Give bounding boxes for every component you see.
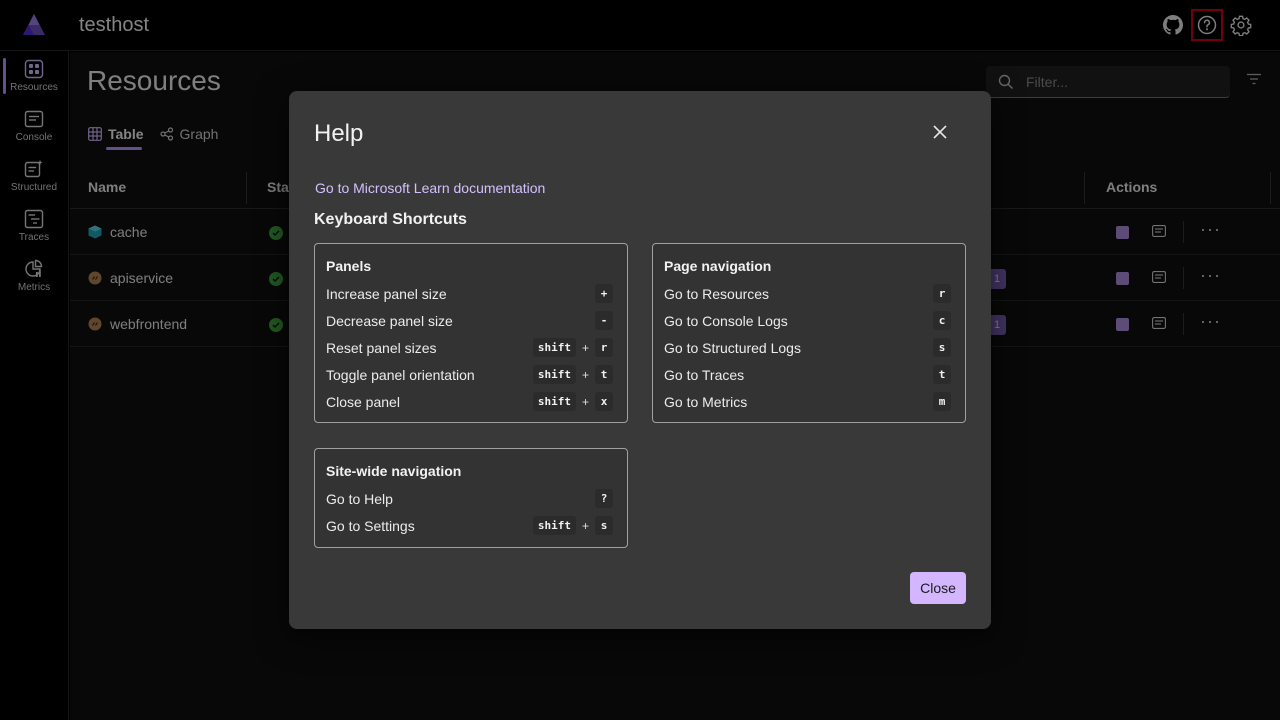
shortcut-row: Toggle panel orientation shift + t — [326, 365, 613, 387]
close-icon[interactable] — [929, 121, 951, 143]
plus-sign: + — [581, 394, 589, 409]
shortcut-key: t — [933, 365, 951, 384]
plus-sign: + — [581, 367, 589, 382]
site-navigation-shortcuts-group: Site-wide navigation Go to Help ? Go to … — [314, 448, 628, 548]
shortcut-row: Go to Help ? — [326, 489, 613, 511]
shortcut-key: shift — [532, 392, 576, 411]
site-navigation-group-title: Site-wide navigation — [326, 463, 462, 479]
plus-sign: + — [581, 518, 589, 533]
shortcut-row: Go to Settings shift + s — [326, 516, 613, 538]
shortcut-key: s — [933, 338, 951, 357]
shortcut-key: r — [933, 284, 951, 303]
shortcut-row: Go to Metrics m — [664, 392, 951, 414]
learn-documentation-link[interactable]: Go to Microsoft Learn documentation — [315, 180, 545, 196]
shortcut-key: s — [595, 516, 613, 535]
shortcut-label: Go to Help — [326, 491, 393, 507]
shortcut-label: Go to Structured Logs — [664, 340, 801, 356]
shortcut-label: Go to Console Logs — [664, 313, 788, 329]
shortcut-row: Go to Structured Logs s — [664, 338, 951, 360]
shortcut-row: Close panel shift + x — [326, 392, 613, 414]
shortcut-label: Increase panel size — [326, 286, 447, 302]
plus-sign: + — [581, 340, 589, 355]
shortcut-key: m — [933, 392, 951, 411]
close-button[interactable]: Close — [910, 572, 966, 604]
shortcut-key: shift — [532, 338, 576, 357]
panels-group-title: Panels — [326, 258, 372, 274]
help-dialog: Help Go to Microsoft Learn documentation… — [289, 91, 991, 629]
page-navigation-shortcuts-group: Page navigation Go to Resources r Go to … — [652, 243, 966, 423]
shortcut-key: x — [595, 392, 613, 411]
shortcut-label: Close panel — [326, 394, 400, 410]
shortcut-row: Reset panel sizes shift + r — [326, 338, 613, 360]
shortcut-row: Go to Resources r — [664, 284, 951, 306]
keyboard-shortcuts-heading: Keyboard Shortcuts — [314, 211, 467, 228]
shortcut-label: Toggle panel orientation — [326, 367, 475, 383]
page-navigation-group-title: Page navigation — [664, 258, 772, 274]
dialog-title: Help — [314, 120, 364, 147]
shortcut-row: Go to Console Logs c — [664, 311, 951, 333]
shortcut-key: t — [595, 365, 613, 384]
shortcut-row: Go to Traces t — [664, 365, 951, 387]
shortcut-label: Reset panel sizes — [326, 340, 437, 356]
shortcut-key: shift — [532, 516, 576, 535]
shortcut-row: Increase panel size + — [326, 284, 613, 306]
shortcut-label: Go to Traces — [664, 367, 745, 383]
shortcut-label: Decrease panel size — [326, 313, 453, 329]
shortcut-key: - — [595, 311, 613, 330]
shortcut-row: Decrease panel size - — [326, 311, 613, 333]
shortcut-key: r — [595, 338, 613, 357]
shortcut-key: ? — [595, 489, 613, 508]
shortcut-label: Go to Metrics — [664, 394, 748, 410]
shortcut-key: shift — [532, 365, 576, 384]
shortcut-key: c — [933, 311, 951, 330]
shortcut-key: + — [595, 284, 613, 303]
panels-shortcuts-group: Panels Increase panel size + Decrease pa… — [314, 243, 628, 423]
shortcut-label: Go to Resources — [664, 286, 770, 302]
shortcut-label: Go to Settings — [326, 518, 415, 534]
